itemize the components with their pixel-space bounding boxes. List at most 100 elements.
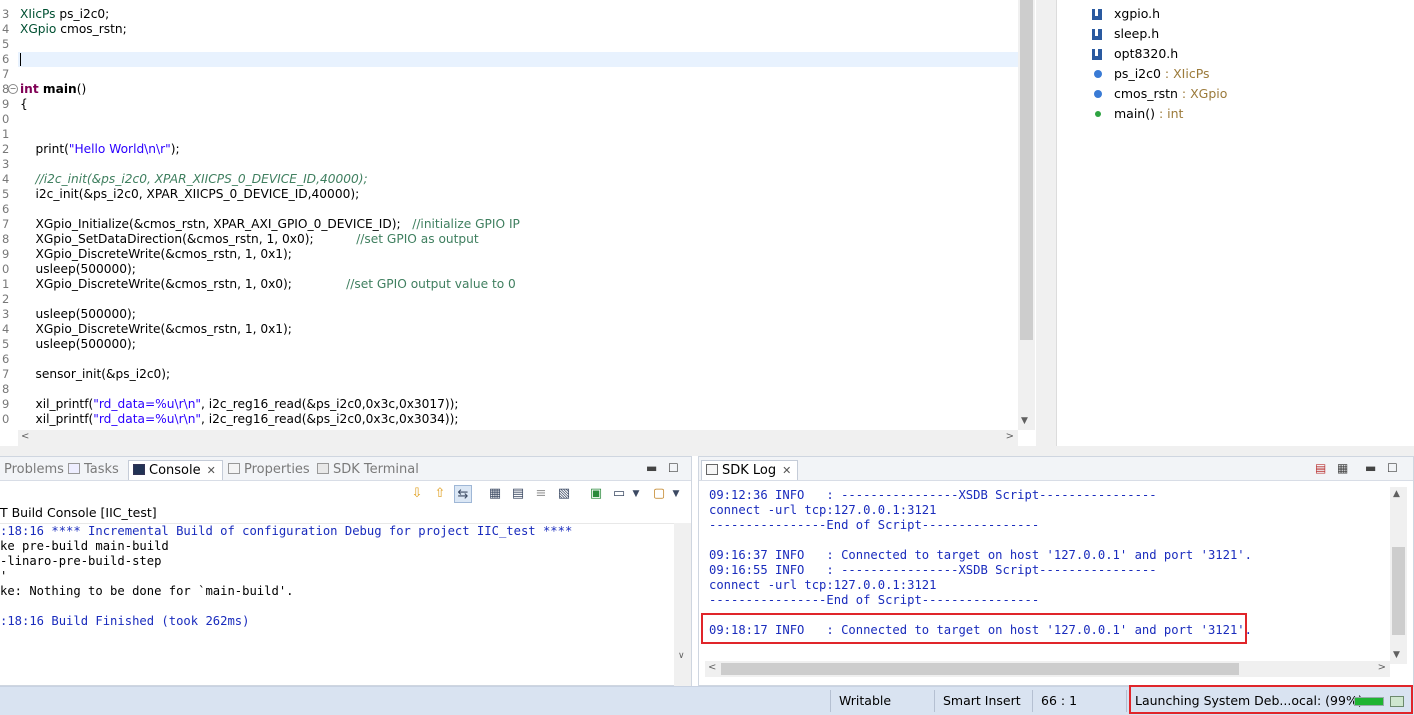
scrollbar-thumb[interactable] [1020, 0, 1033, 340]
scroll-lock-icon[interactable]: ⇆ [454, 485, 472, 503]
maximize-icon[interactable]: ☐ [668, 461, 679, 475]
variable-icon [1094, 70, 1102, 78]
terminal-icon [317, 463, 329, 474]
line-number: 1 [2, 127, 10, 141]
console-panel: Problems Tasks Console ✕ Properties SDK T… [0, 456, 692, 687]
console-vertical-scrollbar[interactable]: ∨ [674, 523, 691, 687]
header-file-icon [1092, 9, 1102, 20]
code-line: XIicPs ps_i2c0; [20, 7, 110, 21]
minimize-icon[interactable]: ▬ [646, 461, 657, 475]
line-number: 5 [2, 37, 10, 51]
tab-console[interactable]: Console ✕ [128, 460, 223, 480]
pin-console-icon[interactable]: ▤ [509, 485, 527, 503]
scroll-right-icon[interactable]: > [1378, 662, 1386, 673]
outline-item-cmos-rstn[interactable]: cmos_rstn : XGpio [1094, 84, 1227, 104]
line-number: 9 [2, 97, 10, 111]
scroll-down-arrow-icon[interactable]: ⇩ [408, 485, 426, 503]
chevron-down-icon[interactable]: ▼ [667, 485, 685, 503]
line-number: 6 [2, 52, 10, 66]
tab-sdk-terminal[interactable]: SDK Terminal [317, 460, 419, 480]
log-tab-bar: SDK Log ✕ ▤ ▦ ▬ ☐ [699, 457, 1413, 481]
code-line: { [20, 97, 28, 111]
outline-item-opt8320-h[interactable]: opt8320.h [1092, 44, 1178, 64]
line-number: 0 [2, 412, 10, 426]
tab-tasks[interactable]: Tasks [68, 460, 119, 480]
scroll-up-icon[interactable]: ▲ [1393, 489, 1400, 499]
sash-divider[interactable] [1036, 0, 1056, 450]
editor-vertical-scrollbar[interactable]: ▼ [1018, 0, 1035, 430]
line-number: 5 [2, 337, 10, 351]
outline-item-ps-i2c0[interactable]: ps_i2c0 : XIicPs [1094, 64, 1210, 84]
outline-item-sleep-h[interactable]: sleep.h [1092, 24, 1159, 44]
log-line: 09:12:36 INFO : ----------------XSDB Scr… [709, 488, 1157, 502]
line-number: 3 [2, 7, 10, 21]
code-line: i2c_init(&ps_i2c0, XPAR_XIICPS_0_DEVICE_… [20, 187, 360, 201]
console-line: ke pre-build main-build [0, 539, 169, 553]
code-text-area[interactable]: XIicPs ps_i2c0; XGpio cmos_rstn; int mai… [20, 0, 1018, 430]
log-horizontal-scrollbar[interactable]: < > [705, 661, 1390, 677]
horizontal-sash[interactable] [0, 446, 1414, 456]
new-console-icon[interactable]: ▣ [587, 485, 605, 503]
line-number: 6 [2, 202, 10, 216]
line-number: 0 [2, 262, 10, 276]
scrollbar-thumb[interactable] [1392, 547, 1405, 635]
function-icon [1095, 111, 1101, 117]
chevron-down-icon[interactable]: ▼ [627, 485, 645, 503]
tab-problems[interactable]: Problems [4, 460, 64, 480]
show-console-icon[interactable]: ▦ [486, 485, 504, 503]
scroll-right-icon[interactable]: > [1006, 431, 1014, 442]
fold-toggle-icon[interactable]: − [8, 84, 18, 94]
code-line: XGpio_DiscreteWrite(&cmos_rstn, 1, 0x1); [20, 247, 292, 261]
tab-sdk-log[interactable]: SDK Log ✕ [701, 460, 799, 480]
outline-item-xgpio-h[interactable]: xgpio.h [1092, 4, 1160, 24]
log-vertical-scrollbar[interactable]: ▲ ▼ [1390, 487, 1407, 664]
close-icon[interactable]: ✕ [782, 464, 791, 477]
line-number: 5 [2, 187, 10, 201]
scroll-left-icon[interactable]: < [708, 662, 716, 673]
close-icon[interactable]: ✕ [207, 464, 216, 477]
log-line: 09:16:55 INFO : ----------------XSDB Scr… [709, 563, 1157, 577]
line-number: 4 [2, 172, 10, 186]
clear-console-icon[interactable]: ▧ [555, 485, 573, 503]
writable-status: Writable [839, 693, 892, 708]
line-number: 2 [2, 142, 10, 156]
outline-item-main[interactable]: main() : int [1095, 104, 1183, 124]
code-line: XGpio_SetDataDirection(&cmos_rstn, 1, 0x… [20, 232, 479, 246]
scroll-up-arrow-icon[interactable]: ⇧ [431, 485, 449, 503]
clear-log-icon[interactable]: ▤ [1315, 461, 1326, 475]
scroll-down-icon[interactable]: ▼ [1021, 416, 1028, 426]
log-line: ----------------End of Script-----------… [709, 593, 1040, 607]
maximize-icon[interactable]: ☐ [1387, 461, 1398, 475]
scroll-left-icon[interactable]: < [21, 431, 29, 442]
open-console-icon[interactable]: ▢ [650, 485, 668, 503]
code-line: xil_printf("rd_data=%u\r\n", i2c_reg16_r… [20, 397, 459, 411]
highlight-annotation-box [1129, 685, 1413, 714]
word-wrap-icon[interactable]: ≡ [532, 485, 550, 503]
code-editor[interactable]: 3456789012345678901234567890 − XIicPs ps… [0, 0, 1036, 446]
properties-icon [228, 463, 240, 474]
line-number: 7 [2, 67, 10, 81]
editor-horizontal-scrollbar[interactable]: < > [18, 430, 1018, 446]
line-number: 3 [2, 157, 10, 171]
code-line: XGpio_Initialize(&cmos_rstn, XPAR_AXI_GP… [20, 217, 520, 231]
line-number: 8 [2, 382, 10, 396]
display-console-icon[interactable]: ▭ [610, 485, 628, 503]
line-number: 3 [2, 307, 10, 321]
minimize-icon[interactable]: ▬ [1365, 461, 1376, 475]
log-line: ----------------End of Script-----------… [709, 518, 1040, 532]
console-tab-bar: Problems Tasks Console ✕ Properties SDK T… [0, 457, 691, 481]
console-line: ' [0, 569, 8, 583]
tab-properties[interactable]: Properties [228, 460, 310, 480]
insert-mode-status[interactable]: Smart Insert [943, 687, 1021, 715]
code-line: xil_printf("rd_data=%u\r\n", i2c_reg16_r… [20, 412, 459, 426]
scrollbar-thumb[interactable] [721, 663, 1239, 675]
log-icon [706, 464, 718, 475]
scroll-down-icon[interactable]: ∨ [678, 651, 685, 661]
outline-view: xgpio.h sleep.h opt8320.h ps_i2c0 : XIic… [1056, 0, 1414, 450]
variable-icon [1094, 90, 1102, 98]
divider [830, 690, 831, 712]
code-line: sensor_init(&ps_i2c0); [20, 367, 171, 381]
code-line: print("Hello World\n\r"); [20, 142, 180, 156]
log-settings-icon[interactable]: ▦ [1337, 461, 1348, 475]
scroll-down-icon[interactable]: ▼ [1393, 650, 1400, 660]
